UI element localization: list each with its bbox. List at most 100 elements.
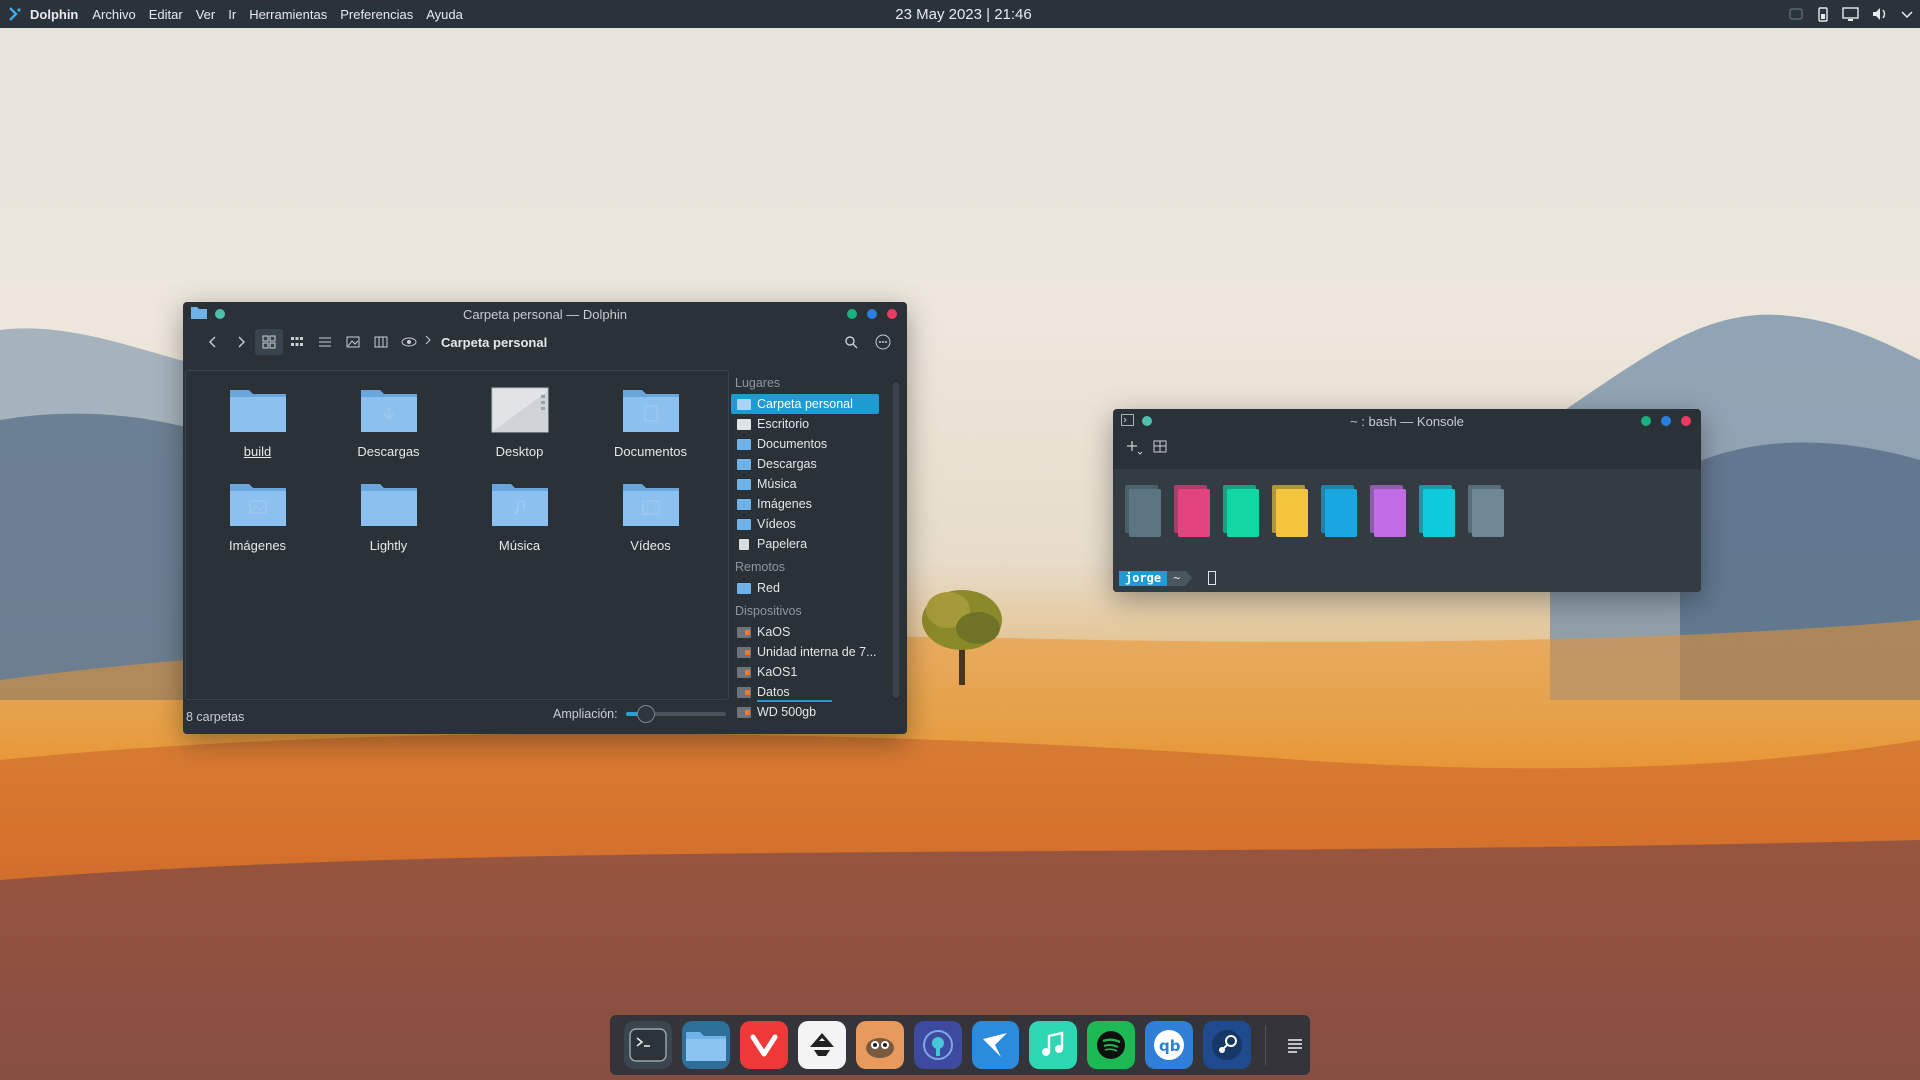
- folder-icon: [360, 481, 418, 532]
- dolphin-titlebar[interactable]: Carpeta personal — Dolphin: [183, 302, 907, 326]
- breadcrumb[interactable]: Carpeta personal: [441, 335, 547, 350]
- file-item[interactable]: Descargas: [323, 387, 454, 481]
- zoom-label: Ampliación:: [553, 707, 618, 721]
- zoom-slider[interactable]: [625, 705, 726, 723]
- dolphin-window: Carpeta personal — Dolphin Carpeta perso…: [183, 302, 907, 734]
- menu-editar[interactable]: Editar: [149, 7, 183, 22]
- clock[interactable]: 23 May 2023 | 21:46: [895, 6, 1032, 23]
- display-icon[interactable]: [1842, 6, 1860, 22]
- vivaldi-icon[interactable]: [739, 1021, 788, 1069]
- file-name: Música: [498, 538, 541, 553]
- more-options-icon[interactable]: [869, 329, 897, 355]
- steam-icon[interactable]: [1203, 1021, 1252, 1069]
- place-item[interactable]: Vídeos: [731, 514, 881, 534]
- file-item[interactable]: Documentos: [585, 387, 716, 481]
- volume-icon[interactable]: [1871, 6, 1889, 22]
- forward-button[interactable]: [227, 329, 255, 355]
- split-view-icon[interactable]: [1153, 440, 1167, 459]
- folder-icon: [737, 518, 751, 530]
- menu-icon[interactable]: [1280, 1021, 1310, 1069]
- zoom-slider-handle[interactable]: [636, 705, 655, 723]
- file-item[interactable]: Vídeos: [585, 481, 716, 575]
- file-name: Descargas: [357, 444, 420, 459]
- menu-ir[interactable]: Ir: [228, 7, 236, 22]
- file-item[interactable]: Música: [454, 481, 585, 575]
- dock: qb: [610, 1015, 1310, 1075]
- new-tab-icon[interactable]: [1125, 439, 1143, 460]
- color-swatch: [1321, 485, 1357, 537]
- place-label: Unidad interna de 7...: [757, 645, 877, 659]
- menu-herramientas[interactable]: Herramientas: [249, 7, 327, 22]
- inkscape-icon[interactable]: [797, 1021, 846, 1069]
- file-item[interactable]: Desktop: [454, 387, 585, 481]
- split-view-button[interactable]: [367, 329, 395, 355]
- menu-ayuda[interactable]: Ayuda: [426, 7, 463, 22]
- system-monitor-icon[interactable]: [1788, 6, 1804, 22]
- folder-icon: [229, 387, 287, 438]
- color-palette: [1113, 469, 1701, 537]
- file-item[interactable]: build: [192, 387, 323, 481]
- eye-icon[interactable]: [395, 329, 423, 355]
- search-icon[interactable]: [837, 329, 865, 355]
- file-view[interactable]: build Descargas Desktop Documentos Imágenes L…: [185, 370, 729, 700]
- folder-icon: [360, 387, 418, 438]
- preview-button[interactable]: [339, 329, 367, 355]
- konsole-window: ~ : bash — Konsole jorge ~: [1113, 409, 1701, 592]
- place-item[interactable]: Imágenes: [731, 494, 881, 514]
- color-swatch: [1272, 485, 1308, 537]
- active-app-name: Dolphin: [30, 6, 79, 22]
- place-item[interactable]: Datos: [731, 682, 881, 702]
- gimp-icon[interactable]: [855, 1021, 904, 1069]
- place-label: Imágenes: [757, 497, 812, 511]
- folder-icon: [737, 458, 751, 470]
- minimize-button[interactable]: [1641, 416, 1651, 426]
- kde-logo-icon[interactable]: [0, 0, 30, 28]
- compact-view-button[interactable]: [283, 329, 311, 355]
- file-item[interactable]: Imágenes: [192, 481, 323, 575]
- back-button[interactable]: [199, 329, 227, 355]
- place-item[interactable]: Descargas: [731, 454, 881, 474]
- file-manager-icon[interactable]: [681, 1021, 730, 1069]
- place-item[interactable]: Red: [731, 578, 881, 598]
- spotify-icon[interactable]: [1087, 1021, 1136, 1069]
- maximize-button[interactable]: [867, 309, 877, 319]
- file-name: Imágenes: [228, 538, 287, 553]
- places-scrollbar[interactable]: [893, 382, 899, 698]
- minimize-button[interactable]: [847, 309, 857, 319]
- menu-preferencias[interactable]: Preferencias: [340, 7, 413, 22]
- place-item[interactable]: Escritorio: [731, 414, 881, 434]
- folder-icon: [622, 387, 680, 438]
- file-item[interactable]: Lightly: [323, 481, 454, 575]
- place-item[interactable]: Papelera: [731, 534, 881, 554]
- devices-section-header: Dispositivos: [735, 604, 802, 618]
- place-label: KaOS1: [757, 665, 798, 679]
- chevron-down-icon[interactable]: [1900, 6, 1914, 22]
- place-item[interactable]: Documentos: [731, 434, 881, 454]
- place-item[interactable]: KaOS1: [731, 662, 881, 682]
- place-item[interactable]: Carpeta personal: [731, 394, 879, 414]
- file-name: build: [243, 444, 272, 459]
- kite-icon[interactable]: [971, 1021, 1020, 1069]
- folder-icon: [491, 481, 549, 532]
- place-item[interactable]: KaOS: [731, 622, 881, 642]
- place-item[interactable]: Música: [731, 474, 881, 494]
- battery-icon[interactable]: [1815, 6, 1831, 22]
- place-item[interactable]: WD 500gb: [731, 702, 881, 722]
- maximize-button[interactable]: [1661, 416, 1671, 426]
- place-item[interactable]: Unidad interna de 7...: [731, 642, 881, 662]
- close-button[interactable]: [887, 309, 897, 319]
- audio-app-icon[interactable]: [913, 1021, 962, 1069]
- places-panel: Lugares Carpeta personal Escritorio Docume…: [731, 370, 881, 730]
- qbittorrent-icon[interactable]: qb: [1145, 1021, 1194, 1069]
- terminal-icon[interactable]: [624, 1021, 672, 1069]
- close-button[interactable]: [1681, 416, 1691, 426]
- icons-view-button[interactable]: [255, 329, 283, 355]
- file-name: Lightly: [369, 538, 408, 553]
- details-view-button[interactable]: [311, 329, 339, 355]
- konsole-titlebar[interactable]: ~ : bash — Konsole: [1113, 409, 1701, 433]
- color-swatch: [1419, 485, 1455, 537]
- terminal-area[interactable]: jorge ~: [1113, 469, 1701, 592]
- menu-archivo[interactable]: Archivo: [92, 7, 135, 22]
- menu-ver[interactable]: Ver: [196, 7, 216, 22]
- music-icon[interactable]: [1029, 1021, 1078, 1069]
